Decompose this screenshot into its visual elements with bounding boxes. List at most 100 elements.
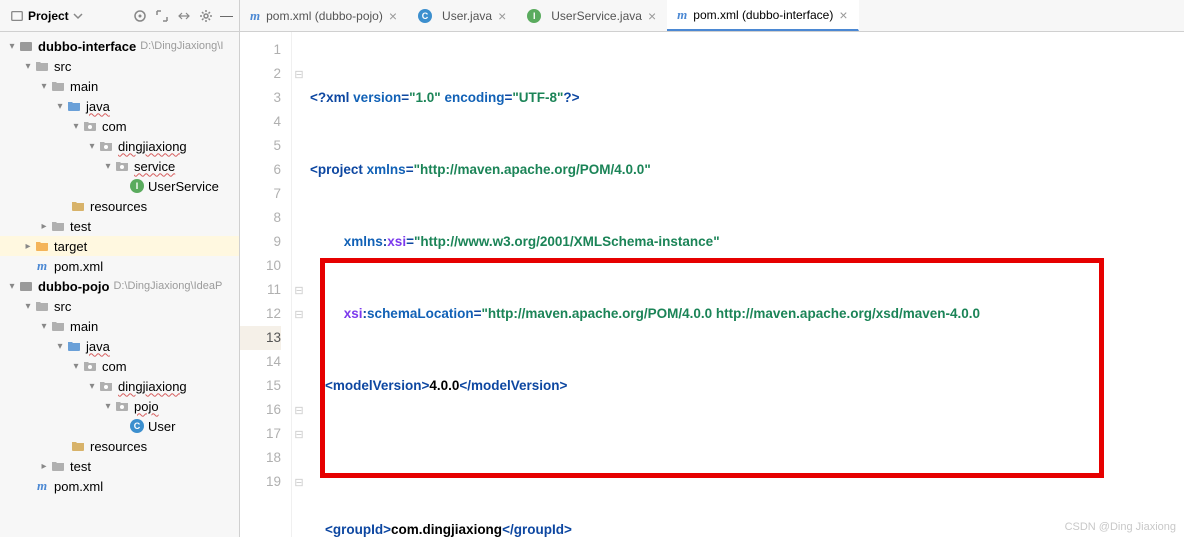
expander-icon[interactable]: ▾ <box>6 41 18 52</box>
editor-area: m pom.xml (dubbo-pojo) × C User.java × I… <box>240 0 1184 537</box>
folder-resources[interactable]: resources <box>0 196 239 216</box>
expander-icon[interactable]: ▾ <box>38 321 50 332</box>
folder-main2[interactable]: ▾ main <box>0 316 239 336</box>
resources-folder-icon <box>70 438 86 454</box>
fold-icon[interactable]: ⊟ <box>292 278 306 302</box>
node-label: main <box>70 79 98 94</box>
line-gutter: 12345678910111213141516171819 <box>240 32 292 537</box>
close-icon[interactable]: × <box>648 8 656 24</box>
expander-icon[interactable]: ▾ <box>102 401 114 412</box>
expander-icon[interactable]: ▸ <box>38 461 50 472</box>
folder-src[interactable]: ▾ src <box>0 56 239 76</box>
package-dingjiaxiong[interactable]: ▾ dingjiaxiong <box>0 136 239 156</box>
expander-icon[interactable]: ▾ <box>6 281 18 292</box>
tab-pom-dubbo-interface[interactable]: m pom.xml (dubbo-interface) × <box>667 0 858 31</box>
package-com2[interactable]: ▾ com <box>0 356 239 376</box>
folder-target[interactable]: ▸ target <box>0 236 239 256</box>
module-icon <box>18 38 34 54</box>
hide-icon[interactable]: — <box>220 8 233 23</box>
folder-src2[interactable]: ▾ src <box>0 296 239 316</box>
expander-icon[interactable]: ▾ <box>86 141 98 152</box>
maven-icon: m <box>677 7 687 23</box>
folder-test[interactable]: ▸ test <box>0 216 239 236</box>
expander-icon[interactable]: ▸ <box>22 241 34 252</box>
source-folder-icon <box>66 98 82 114</box>
expander-icon[interactable]: ▾ <box>38 81 50 92</box>
package-pojo[interactable]: ▾ pojo <box>0 396 239 416</box>
node-label: service <box>134 159 175 174</box>
folder-icon <box>50 458 66 474</box>
close-icon[interactable]: × <box>498 8 506 24</box>
package-icon <box>98 378 114 394</box>
project-tree: ▾ dubbo-interface D:\DingJiaxiong\I ▾ sr… <box>0 32 239 500</box>
node-label: java <box>86 339 110 354</box>
package-icon <box>114 398 130 414</box>
tab-label: UserService.java <box>551 9 642 23</box>
fold-end-icon[interactable]: ⊟ <box>292 398 306 422</box>
collapse-icon[interactable] <box>176 8 192 24</box>
node-label: dingjiaxiong <box>118 379 187 394</box>
tab-user-java[interactable]: C User.java × <box>408 0 517 31</box>
expander-icon[interactable]: ▾ <box>86 381 98 392</box>
watermark: CSDN @Ding Jiaxiong <box>1065 521 1176 533</box>
expander-icon[interactable]: ▾ <box>22 61 34 72</box>
package-icon <box>82 118 98 134</box>
package-com[interactable]: ▾ com <box>0 116 239 136</box>
code-content[interactable]: <?xml version="1.0" encoding="UTF-8"?> <… <box>306 32 1184 537</box>
expander-icon[interactable]: ▾ <box>70 121 82 132</box>
class-userservice[interactable]: I UserService <box>0 176 239 196</box>
focus-icon[interactable] <box>132 8 148 24</box>
sidebar-title[interactable]: Project <box>6 7 87 25</box>
class-user[interactable]: C User <box>0 416 239 436</box>
package-dingjiaxiong2[interactable]: ▾ dingjiaxiong <box>0 376 239 396</box>
file-pom1[interactable]: m pom.xml <box>0 256 239 276</box>
package-icon <box>82 358 98 374</box>
expander-icon[interactable]: ▾ <box>70 361 82 372</box>
folder-icon <box>34 58 50 74</box>
node-label: pom.xml <box>54 259 103 274</box>
expander-icon[interactable]: ▾ <box>22 301 34 312</box>
sidebar-header: Project — <box>0 0 239 32</box>
fold-end-icon[interactable]: ⊟ <box>292 470 306 494</box>
code-editor[interactable]: 12345678910111213141516171819 ⊟ ⊟ ⊟ ⊟ ⊟ … <box>240 32 1184 537</box>
gear-icon[interactable] <box>198 8 214 24</box>
folder-java2[interactable]: ▾ java <box>0 336 239 356</box>
fold-end-icon[interactable]: ⊟ <box>292 422 306 446</box>
folder-test2[interactable]: ▸ test <box>0 456 239 476</box>
folder-java[interactable]: ▾ java <box>0 96 239 116</box>
fold-column: ⊟ ⊟ ⊟ ⊟ ⊟ ⊟ <box>292 32 306 537</box>
expander-icon[interactable]: ▸ <box>38 221 50 232</box>
expand-icon[interactable] <box>154 8 170 24</box>
node-label: test <box>70 459 91 474</box>
expander-icon[interactable]: ▾ <box>54 341 66 352</box>
tab-userservice-java[interactable]: I UserService.java × <box>517 0 667 31</box>
node-label: com <box>102 359 127 374</box>
node-label: src <box>54 299 71 314</box>
node-label: pojo <box>134 399 159 414</box>
expander-icon[interactable]: ▾ <box>54 101 66 112</box>
expander-icon[interactable]: ▾ <box>102 161 114 172</box>
package-service[interactable]: ▾ service <box>0 156 239 176</box>
path-hint: D:\DingJiaxiong\IdeaP <box>113 280 222 292</box>
module-dubbo-interface[interactable]: ▾ dubbo-interface D:\DingJiaxiong\I <box>0 36 239 56</box>
folder-main[interactable]: ▾ main <box>0 76 239 96</box>
close-icon[interactable]: × <box>389 8 397 24</box>
maven-icon: m <box>34 478 50 494</box>
fold-icon[interactable]: ⊟ <box>292 302 306 326</box>
module-icon <box>18 278 34 294</box>
maven-icon: m <box>34 258 50 274</box>
folder-icon <box>50 318 66 334</box>
close-icon[interactable]: × <box>839 7 847 23</box>
node-label: dingjiaxiong <box>118 139 187 154</box>
source-folder-icon <box>66 338 82 354</box>
project-sidebar: Project — ▾ dubbo-interface D:\DingJiaxi… <box>0 0 240 537</box>
resources-folder-icon <box>70 198 86 214</box>
file-pom2[interactable]: m pom.xml <box>0 476 239 496</box>
folder-icon <box>34 298 50 314</box>
fold-icon[interactable]: ⊟ <box>292 62 306 86</box>
tab-pom-dubbo-pojo[interactable]: m pom.xml (dubbo-pojo) × <box>240 0 408 31</box>
tab-label: User.java <box>442 9 492 23</box>
module-dubbo-pojo[interactable]: ▾ dubbo-pojo D:\DingJiaxiong\IdeaP <box>0 276 239 296</box>
target-folder-icon <box>34 238 50 254</box>
folder-resources2[interactable]: resources <box>0 436 239 456</box>
